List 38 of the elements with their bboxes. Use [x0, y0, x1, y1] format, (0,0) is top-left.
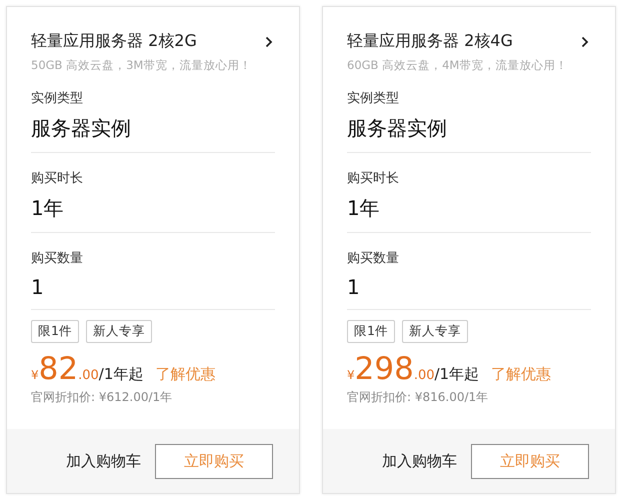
field-value: 1 — [31, 275, 45, 299]
product-description: 60GB 高效云盘，4M带宽，流量放心用！ — [347, 58, 568, 73]
tag: 限1件 — [347, 320, 395, 343]
product-description: 50GB 高效云盘，3M带宽，流量放心用！ — [31, 58, 252, 73]
field-label: 购买数量 — [31, 250, 84, 267]
field-value: 服务器实例 — [31, 115, 132, 142]
price-integer: 298 — [354, 351, 414, 387]
field-label: 购买数量 — [347, 250, 400, 267]
currency-symbol: ¥ — [31, 368, 39, 382]
product-title: 轻量应用服务器 2核2G — [31, 31, 197, 52]
tag: 限1件 — [31, 320, 79, 343]
field-value: 服务器实例 — [347, 115, 448, 142]
field-label: 购买时长 — [347, 170, 400, 187]
price-unit: /1年起 — [98, 365, 144, 384]
field-value: 1 — [347, 275, 361, 299]
price-decimal: .00 — [414, 368, 434, 383]
list-price: 官网折扣价: ¥612.00/1年 — [31, 389, 174, 406]
product-title: 轻量应用服务器 2核4G — [347, 31, 513, 52]
field-value: 1年 — [347, 195, 381, 222]
discount-link[interactable]: 了解优惠 — [491, 365, 552, 384]
price-unit: /1年起 — [434, 365, 480, 384]
field-label: 实例类型 — [347, 90, 400, 107]
field-label: 实例类型 — [31, 90, 84, 107]
discount-link[interactable]: 了解优惠 — [155, 365, 216, 384]
list-price: 官网折扣价: ¥816.00/1年 — [347, 389, 490, 406]
buy-now-button[interactable]: 立即购买 — [471, 444, 589, 478]
field-label: 购买时长 — [31, 170, 84, 187]
chevron-icon[interactable] — [581, 36, 589, 48]
price-decimal: .00 — [78, 368, 99, 383]
buy-now-button[interactable]: 立即购买 — [155, 444, 273, 478]
tag: 新人专享 — [86, 320, 152, 343]
tag: 新人专享 — [402, 320, 468, 343]
add-to-cart-button[interactable]: 加入购物车 — [382, 452, 457, 470]
price-integer: 82 — [38, 351, 78, 387]
field-value: 1年 — [31, 195, 65, 222]
currency-symbol: ¥ — [347, 368, 355, 382]
add-to-cart-button[interactable]: 加入购物车 — [66, 452, 141, 470]
chevron-icon[interactable] — [265, 36, 273, 48]
